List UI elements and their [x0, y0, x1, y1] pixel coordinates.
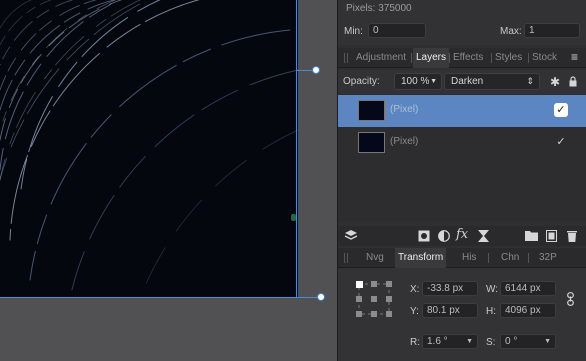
new-layer-icon[interactable]: [546, 230, 557, 244]
pixels-count: Pixels: 375000: [346, 3, 412, 14]
selection-edge-right: [296, 0, 297, 298]
tab-adjustment[interactable]: Adjustment: [356, 48, 406, 68]
chevron-down-icon: ▼: [544, 338, 551, 345]
layers-list: (Pixel) ✓ (Pixel) ✓: [338, 94, 586, 222]
trash-icon[interactable]: [567, 230, 577, 244]
s-label: S:: [486, 337, 496, 348]
y-label: Y:: [410, 306, 419, 317]
tab-layers[interactable]: Layers: [413, 48, 450, 68]
h-field[interactable]: 4096 px: [500, 303, 556, 318]
x-label: X:: [410, 284, 420, 295]
tab-navigator[interactable]: Nvg: [366, 248, 384, 268]
corner-handle-bottom-right[interactable]: [317, 293, 325, 301]
studio-panel: Pixels: 375000 Min: 0 Max: 1 Adjustment …: [337, 0, 586, 361]
fx-icon[interactable]: fx: [456, 228, 468, 241]
lock-icon[interactable]: [569, 76, 577, 90]
max-field[interactable]: 1: [524, 23, 580, 38]
layer-thumbnail: [358, 132, 385, 153]
tab-history[interactable]: His: [462, 248, 476, 268]
canvas-area[interactable]: [0, 0, 337, 361]
layer-name: (Pixel): [390, 136, 419, 147]
layer-thumbnail: [358, 100, 385, 121]
layer-row-selected[interactable]: (Pixel) ✓: [338, 95, 586, 127]
adjustment-icon[interactable]: [438, 230, 450, 244]
hourglass-icon[interactable]: [478, 230, 489, 244]
y-field[interactable]: 80.1 px: [422, 303, 478, 318]
layer-visibility-checkbox[interactable]: ✓: [554, 135, 568, 149]
max-label: Max:: [500, 26, 522, 37]
min-field[interactable]: 0: [368, 23, 426, 38]
tab-effects[interactable]: Effects: [453, 48, 483, 68]
stepper-icon: ⇕: [526, 76, 534, 86]
opacity-dropdown[interactable]: 100 % ▼: [394, 73, 442, 90]
panel-menu-icon[interactable]: ≡: [571, 51, 578, 63]
x-field[interactable]: -33.8 px: [422, 281, 478, 296]
star-trails-graphic: [0, 0, 298, 298]
lower-tab-bar: Nvg Transform His Chn 32P: [338, 248, 586, 268]
rotation-handle[interactable]: [312, 66, 320, 74]
w-field[interactable]: 6144 px: [500, 281, 556, 296]
tab-styles[interactable]: Styles: [495, 48, 522, 68]
selection-edge-bottom: [0, 297, 321, 298]
mask-icon[interactable]: [418, 230, 430, 244]
transform-panel: X: -33.8 px W: 6144 px Y: 80.1 px H: 409…: [338, 268, 586, 361]
layers-stack-icon[interactable]: [344, 229, 358, 244]
chevron-down-icon: ▼: [430, 78, 437, 85]
r-label: R:: [410, 337, 420, 348]
shear-field[interactable]: 0 ° ▼: [500, 334, 556, 349]
gear-icon[interactable]: ✱: [550, 76, 560, 88]
anchor-point-grid[interactable]: [356, 281, 392, 317]
h-label: H:: [486, 306, 496, 317]
blend-mode-value: Darken: [451, 76, 484, 87]
tab-stock[interactable]: Stock: [532, 48, 557, 68]
midpoint-handle-right[interactable]: [291, 214, 296, 221]
opacity-value: 100 %: [401, 76, 430, 87]
rotation-value: 1.6 °: [427, 336, 448, 347]
w-label: W:: [486, 284, 499, 295]
opacity-label: Opacity:: [343, 76, 380, 87]
tab-channels[interactable]: Chn: [501, 248, 519, 268]
layer-visibility-checkbox[interactable]: ✓: [554, 103, 568, 117]
studio-tab-bar: Adjustment Layers Effects Styles Stock ≡: [338, 48, 586, 68]
histogram-info: Pixels: 375000 Min: 0 Max: 1: [338, 0, 586, 45]
rotation-field[interactable]: 1.6 ° ▼: [422, 334, 478, 349]
tab-transform[interactable]: Transform: [395, 248, 447, 268]
folder-icon[interactable]: [525, 230, 538, 243]
layers-toolbar: fx: [338, 226, 586, 246]
tab-grip[interactable]: [344, 253, 345, 263]
layer-options-bar: Opacity: 100 % ▼ Darken ⇕ ✱: [338, 70, 586, 94]
tab-32-bit-preview[interactable]: 32P: [539, 248, 557, 268]
link-icon[interactable]: [567, 292, 574, 310]
min-label: Min:: [344, 26, 363, 37]
tab-grip[interactable]: [344, 53, 345, 63]
chevron-down-icon: ▼: [466, 338, 473, 345]
blend-mode-dropdown[interactable]: Darken ⇕: [444, 73, 540, 90]
shear-value: 0 °: [505, 336, 518, 347]
star-trails-image[interactable]: [0, 0, 298, 298]
layer-name: (Pixel): [390, 104, 419, 115]
app-window: Pixels: 375000 Min: 0 Max: 1 Adjustment …: [0, 0, 586, 361]
layer-row[interactable]: (Pixel) ✓: [338, 127, 586, 159]
